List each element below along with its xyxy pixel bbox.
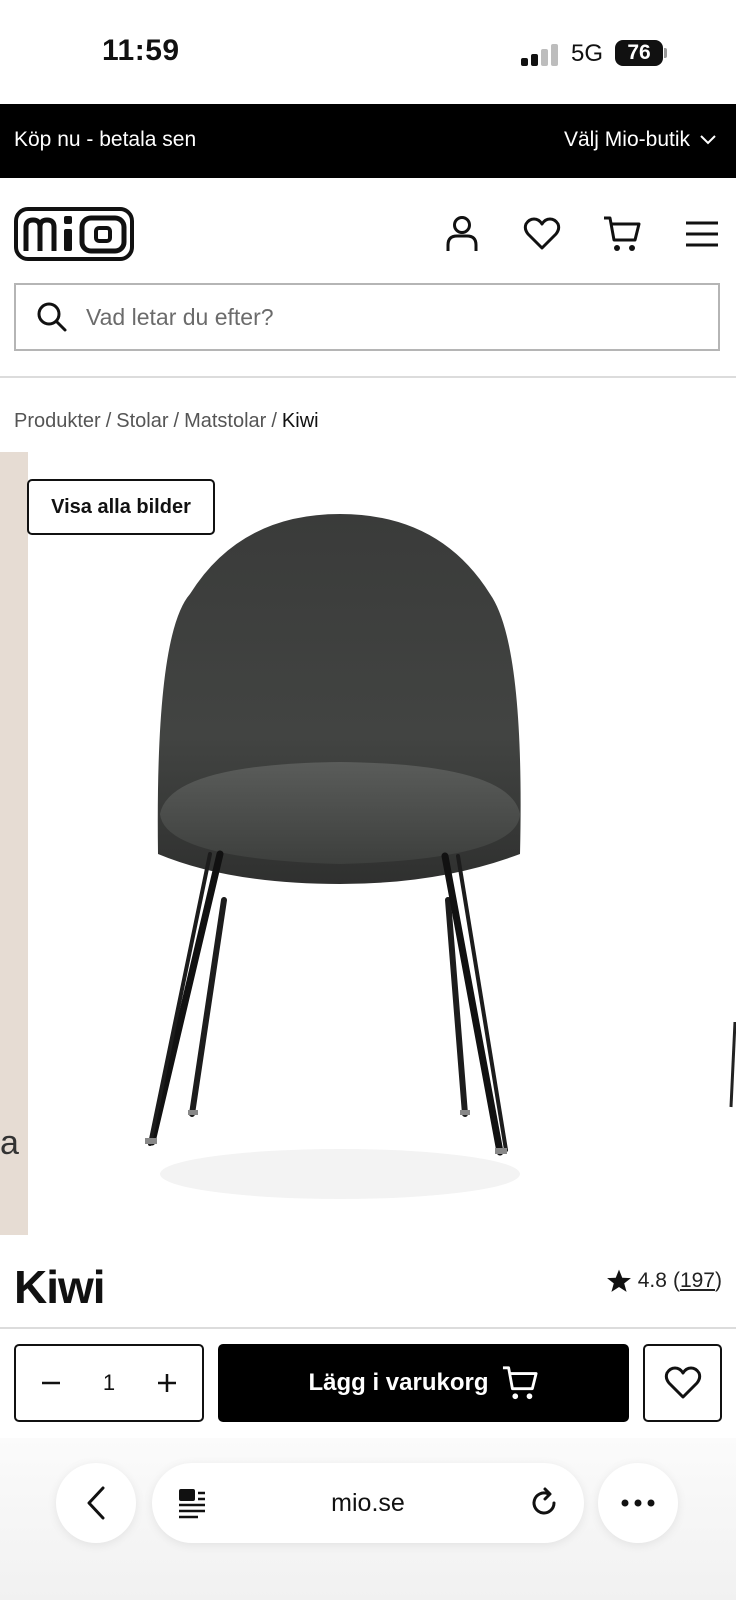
review-count-link[interactable]: 197 [680, 1269, 715, 1292]
chevron-down-icon [700, 135, 716, 145]
status-bar: 11:59 5G 76 [0, 0, 736, 104]
network-type: 5G [571, 40, 604, 67]
breadcrumb-separator: / [271, 410, 277, 432]
review-count-close: ) [715, 1269, 722, 1292]
store-select[interactable]: Välj Mio-butik [564, 128, 716, 152]
cart-icon [502, 1366, 538, 1400]
address-bar[interactable]: mio.se [152, 1463, 584, 1543]
reload-icon[interactable] [526, 1485, 562, 1521]
breadcrumb-link-stolar[interactable]: Stolar [116, 410, 168, 432]
previous-slide-text: a [0, 1124, 19, 1162]
account-icon[interactable] [440, 212, 484, 256]
heart-icon [664, 1366, 701, 1399]
url-text: mio.se [331, 1488, 405, 1517]
plus-icon [158, 1374, 176, 1392]
battery-tip [664, 48, 667, 58]
breadcrumb-link-matstolar[interactable]: Matstolar [184, 410, 266, 432]
previous-slide-peek[interactable] [0, 452, 28, 1235]
heart-icon[interactable] [520, 212, 564, 256]
mio-logo[interactable] [14, 207, 134, 261]
breadcrumb: Produkter / Stolar / Matstolar / Kiwi [14, 410, 319, 433]
decrease-quantity-button[interactable] [36, 1368, 66, 1398]
breadcrumb-separator: / [105, 410, 112, 432]
breadcrumb-link-produkter[interactable]: Produkter [14, 410, 101, 432]
minus-icon [42, 1381, 60, 1385]
breadcrumb-separator: / [173, 410, 180, 432]
review-count[interactable]: (197) [673, 1269, 722, 1293]
star-icon [606, 1269, 631, 1292]
search-input[interactable] [84, 302, 688, 332]
next-slide-peek[interactable] [728, 1022, 736, 1112]
more-icon [621, 1499, 655, 1507]
promo-bar: Köp nu - betala sen Välj Mio-butik [0, 104, 736, 178]
product-title: Kiwi [14, 1261, 106, 1313]
promo-link[interactable]: Köp nu - betala sen [14, 128, 196, 152]
add-to-cart-label: Lägg i varukorg [308, 1369, 489, 1396]
search-icon [37, 302, 67, 332]
product-image-chair [145, 514, 521, 1199]
purchase-divider [0, 1327, 736, 1329]
quantity-stepper: 1 [14, 1344, 204, 1422]
store-select-label: Välj Mio-butik [563, 128, 690, 151]
battery-icon: 76 [615, 40, 663, 66]
cart-icon[interactable] [600, 212, 644, 256]
reader-mode-icon[interactable] [174, 1485, 210, 1521]
rating-value: 4.8 [637, 1269, 667, 1292]
quantity-value[interactable]: 1 [103, 1370, 115, 1396]
review-count-open: ( [672, 1269, 680, 1292]
product-gallery[interactable]: a Visa alla bilder [0, 452, 736, 1235]
breadcrumb-current: Kiwi [281, 410, 319, 432]
add-to-wishlist-button[interactable] [643, 1344, 722, 1422]
signal-icon [521, 42, 561, 66]
search-box[interactable] [14, 283, 720, 351]
increase-quantity-button[interactable] [152, 1368, 182, 1398]
header-divider [0, 376, 736, 378]
add-to-cart-button[interactable]: Lägg i varukorg [218, 1344, 629, 1422]
browser-more-button[interactable] [598, 1463, 678, 1543]
view-all-images-button[interactable]: Visa alla bilder [27, 479, 215, 535]
status-time: 11:59 [102, 34, 180, 67]
chevron-left-icon [87, 1486, 105, 1520]
browser-back-button[interactable] [56, 1463, 136, 1543]
product-rating[interactable]: 4.8 (197) [606, 1268, 722, 1294]
menu-icon[interactable] [680, 212, 724, 256]
